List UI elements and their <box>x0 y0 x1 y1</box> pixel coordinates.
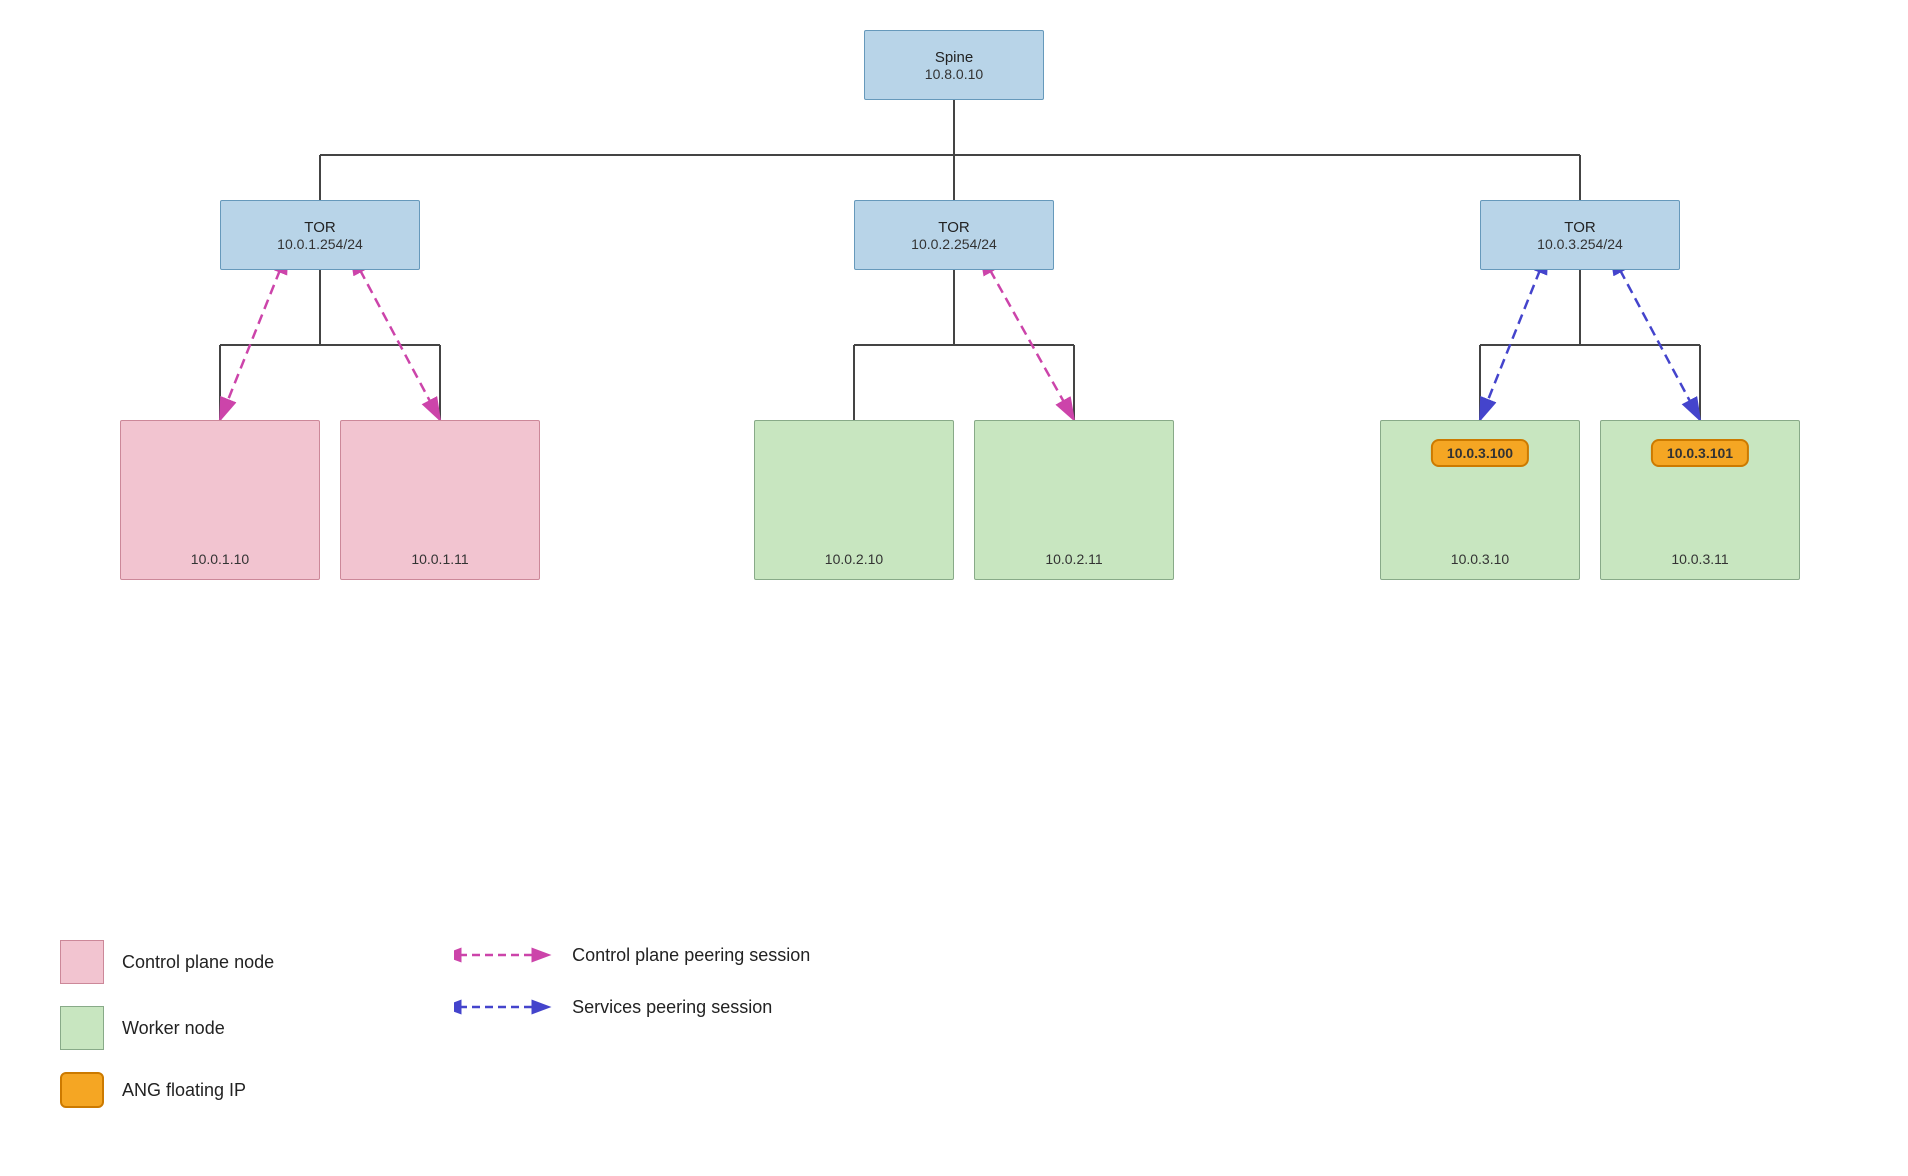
network-diagram: Spine 10.8.0.10 TOR 10.0.1.254/24 TOR 10… <box>0 0 1908 920</box>
tor-3-label: TOR <box>1564 219 1595 236</box>
legend-worker-box <box>60 1006 104 1050</box>
legend-node-types: Control plane node Worker node ANG float… <box>60 940 274 1108</box>
worker-3-2-ip: 10.0.3.11 <box>1671 551 1728 567</box>
legend-worker: Worker node <box>60 1006 274 1050</box>
ctrl-1-1-ip: 10.0.1.10 <box>191 551 249 567</box>
legend-control-label: Control plane node <box>122 952 274 973</box>
legend-services-arrow-label: Services peering session <box>572 997 772 1018</box>
worker-3-1-ip: 10.0.3.10 <box>1451 551 1509 567</box>
control-node-1: 10.0.1.10 <box>120 420 320 580</box>
legend-control: Control plane node <box>60 940 274 984</box>
tor-node-2: TOR 10.0.2.254/24 <box>854 200 1054 270</box>
legend-arrow-types: Control plane peering session Services p… <box>454 940 810 1022</box>
tor-2-ip: 10.0.2.254/24 <box>911 236 997 252</box>
worker-node-3-1: 10.0.3.100 10.0.3.10 <box>1380 420 1580 580</box>
spine-node: Spine 10.8.0.10 <box>864 30 1044 100</box>
spine-label: Spine <box>935 49 973 66</box>
worker-2-1-ip: 10.0.2.10 <box>825 551 883 567</box>
legend-ang-box <box>60 1072 104 1108</box>
floating-ip-badge-2: 10.0.3.101 <box>1651 439 1749 467</box>
legend-services-arrow-svg <box>454 992 554 1022</box>
legend: Control plane node Worker node ANG float… <box>60 940 810 1108</box>
control-node-2: 10.0.1.11 <box>340 420 540 580</box>
spine-ip: 10.8.0.10 <box>925 66 983 82</box>
legend-worker-label: Worker node <box>122 1018 225 1039</box>
tor-3-ip: 10.0.3.254/24 <box>1537 236 1623 252</box>
floating-ip-badge-1: 10.0.3.100 <box>1431 439 1529 467</box>
tor-1-label: TOR <box>304 219 335 236</box>
legend-arrow-services: Services peering session <box>454 992 810 1022</box>
legend-ang: ANG floating IP <box>60 1072 274 1108</box>
ctrl-1-2-ip: 10.0.1.11 <box>411 551 468 567</box>
worker-node-3-2: 10.0.3.101 10.0.3.11 <box>1600 420 1800 580</box>
legend-control-box <box>60 940 104 984</box>
tor-node-3: TOR 10.0.3.254/24 <box>1480 200 1680 270</box>
worker-node-2-2: 10.0.2.11 <box>974 420 1174 580</box>
tor-2-label: TOR <box>938 219 969 236</box>
worker-2-2-ip: 10.0.2.11 <box>1045 551 1102 567</box>
legend-ang-label: ANG floating IP <box>122 1080 246 1101</box>
legend-arrow-control: Control plane peering session <box>454 940 810 970</box>
tor-1-ip: 10.0.1.254/24 <box>277 236 363 252</box>
tor-node-1: TOR 10.0.1.254/24 <box>220 200 420 270</box>
legend-control-arrow-svg <box>454 940 554 970</box>
legend-control-arrow-label: Control plane peering session <box>572 945 810 966</box>
worker-node-2-1: 10.0.2.10 <box>754 420 954 580</box>
